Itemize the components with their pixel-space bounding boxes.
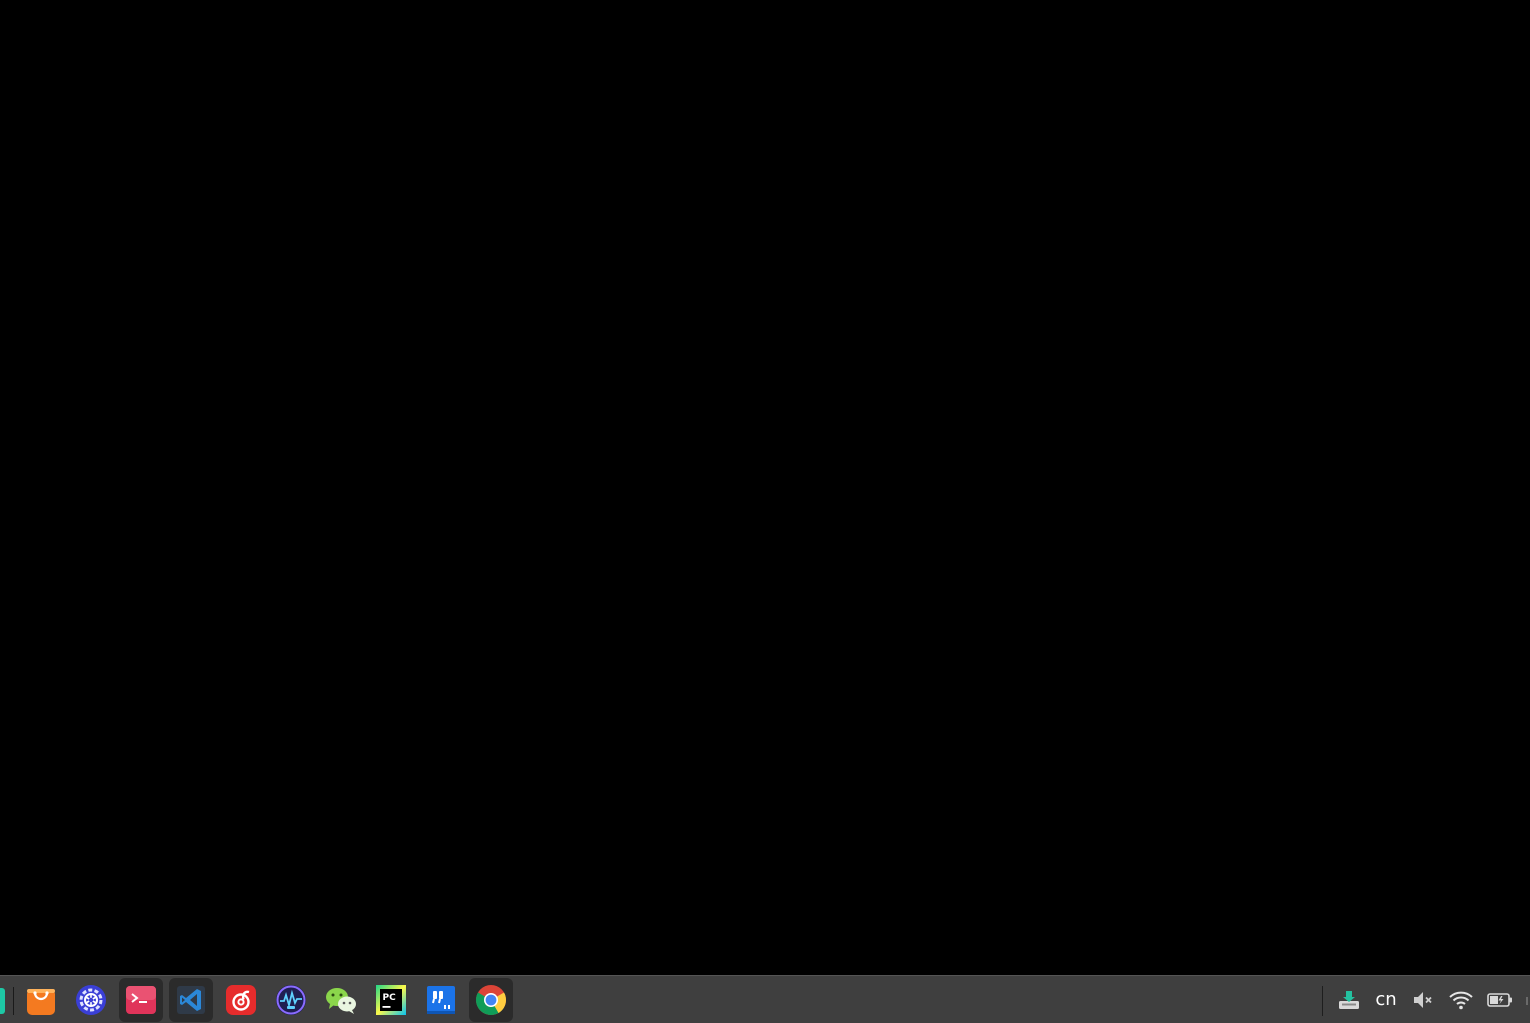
screenshot-icon bbox=[1339, 991, 1359, 1009]
chrome-icon bbox=[476, 985, 506, 1016]
pycharm-icon: PC bbox=[376, 985, 406, 1015]
taskbar-control-center[interactable] bbox=[69, 978, 113, 1022]
taskbar-typora[interactable] bbox=[419, 978, 463, 1022]
wifi-icon bbox=[1449, 991, 1473, 1010]
svg-text:PC: PC bbox=[383, 993, 397, 1003]
tray-network[interactable] bbox=[1446, 984, 1476, 1016]
taskbar-vscode[interactable] bbox=[169, 978, 213, 1022]
taskbar-terminal[interactable] bbox=[119, 978, 163, 1022]
monitor-icon bbox=[276, 985, 306, 1015]
taskbar-system-monitor[interactable] bbox=[269, 978, 313, 1022]
tray-screenshot[interactable] bbox=[1334, 984, 1364, 1016]
taskbar-pycharm[interactable]: PC bbox=[369, 978, 413, 1022]
battery-icon bbox=[1487, 993, 1512, 1007]
show-desktop-handle[interactable] bbox=[1526, 997, 1528, 1005]
terminal-icon bbox=[126, 986, 156, 1014]
taskbar-chrome[interactable] bbox=[469, 978, 513, 1022]
taskbar-app-store[interactable] bbox=[19, 978, 63, 1022]
desktop[interactable] bbox=[0, 0, 1530, 975]
tray-input-method[interactable]: cn bbox=[1370, 984, 1402, 1016]
tray-volume[interactable] bbox=[1408, 984, 1438, 1016]
quote-icon bbox=[427, 986, 455, 1014]
vscode-icon bbox=[177, 986, 205, 1014]
tray-power[interactable] bbox=[1484, 984, 1516, 1016]
launcher-edge-indicator[interactable] bbox=[0, 988, 5, 1014]
shopping-bag-icon bbox=[27, 989, 55, 1015]
gear-icon bbox=[76, 985, 106, 1015]
taskbar-separator bbox=[13, 987, 14, 1015]
input-method-label: cn bbox=[1375, 989, 1397, 1010]
taskbar-netease-music[interactable] bbox=[219, 978, 263, 1022]
tray-separator bbox=[1322, 986, 1323, 1016]
volume-muted-icon bbox=[1414, 992, 1432, 1008]
taskbar: PC cn bbox=[0, 975, 1530, 1023]
music-icon bbox=[226, 985, 256, 1015]
wechat-icon bbox=[326, 988, 356, 1014]
taskbar-wechat[interactable] bbox=[319, 978, 363, 1022]
